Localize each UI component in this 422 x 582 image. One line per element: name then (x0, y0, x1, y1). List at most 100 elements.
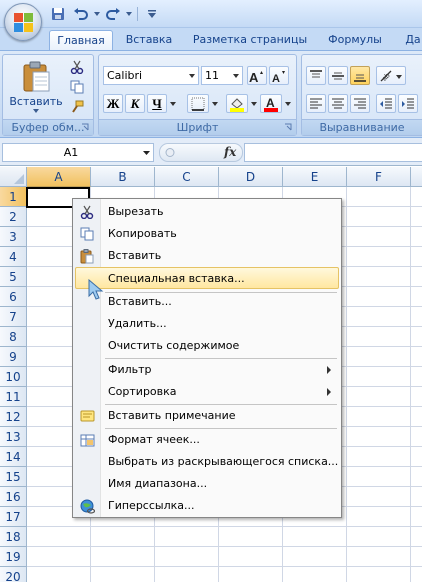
decrease-indent-button[interactable] (376, 94, 396, 113)
redo-dropdown-icon[interactable] (126, 5, 132, 23)
row-header[interactable]: 13 (0, 427, 27, 447)
chevron-down-icon (230, 67, 242, 84)
fill-color-button[interactable] (226, 94, 248, 113)
row-header[interactable]: 12 (0, 407, 27, 427)
tab-data[interactable]: Да (404, 30, 422, 50)
font-color-dropdown[interactable] (283, 94, 292, 113)
column-header-e[interactable]: E (283, 167, 347, 187)
menu-item-clear-contents[interactable]: Очистить содержимое (75, 335, 339, 357)
menu-item-filter[interactable]: Фильтр (75, 359, 339, 381)
format-cells-icon (79, 432, 95, 448)
row-header[interactable]: 2 (0, 207, 27, 227)
font-color-icon: A (264, 96, 278, 112)
align-left-icon (310, 98, 322, 108)
row-header[interactable]: 20 (0, 567, 27, 582)
borders-dropdown[interactable] (210, 94, 220, 113)
menu-item-insert-comment[interactable]: Вставить примечание (75, 405, 339, 427)
office-button[interactable] (4, 3, 42, 41)
menu-item-label: Выбрать из раскрывающегося списка... (108, 455, 339, 468)
bold-button[interactable]: Ж (103, 94, 123, 113)
cut-button[interactable] (67, 58, 87, 76)
select-all-button[interactable] (0, 167, 27, 187)
formula-input[interactable] (244, 143, 422, 162)
tab-insert[interactable]: Вставка (118, 30, 180, 50)
chevron-down-icon[interactable] (141, 144, 151, 161)
tab-page-layout[interactable]: Разметка страницы (192, 30, 308, 50)
menu-item-pick-from-list[interactable]: Выбрать из раскрывающегося списка... (75, 451, 339, 473)
column-header-b[interactable]: B (91, 167, 155, 187)
row-header[interactable]: 18 (0, 527, 27, 547)
align-bottom-button[interactable] (350, 66, 370, 85)
underline-dropdown[interactable] (168, 94, 178, 113)
menu-item-copy[interactable]: Копировать (75, 223, 339, 245)
customize-qat-icon[interactable] (142, 5, 162, 23)
font-size-combo[interactable]: 11 (201, 66, 243, 85)
row-header[interactable]: 1 (0, 187, 27, 207)
align-top-button[interactable] (306, 66, 326, 85)
align-right-button[interactable] (350, 94, 370, 113)
font-name-combo[interactable]: Calibri (103, 66, 199, 85)
row-header[interactable]: 15 (0, 467, 27, 487)
increase-indent-button[interactable] (398, 94, 418, 113)
column-header-g[interactable] (411, 167, 422, 187)
underline-button[interactable]: Ч (147, 94, 167, 113)
row-header[interactable]: 6 (0, 287, 27, 307)
insert-function-button[interactable]: fx (224, 145, 236, 159)
chevron-down-icon (186, 67, 198, 84)
row-header[interactable]: 10 (0, 367, 27, 387)
menu-item-insert[interactable]: Вставить... (75, 291, 339, 313)
paste-icon (79, 248, 95, 264)
paste-button[interactable]: Вставить (7, 57, 65, 117)
font-launcher-icon[interactable] (284, 123, 293, 132)
clipboard-group-label: Буфер обм... (3, 119, 93, 135)
row-header[interactable]: 5 (0, 267, 27, 287)
row-header[interactable]: 14 (0, 447, 27, 467)
shrink-font-button[interactable]: A (269, 66, 289, 85)
italic-button[interactable]: К (125, 94, 145, 113)
orientation-button[interactable]: ab (376, 66, 406, 85)
undo-dropdown-icon[interactable] (94, 5, 100, 23)
name-box[interactable]: A1 (2, 143, 154, 162)
align-left-button[interactable] (306, 94, 326, 113)
row-header[interactable]: 16 (0, 487, 27, 507)
column-header-c[interactable]: C (155, 167, 219, 187)
format-painter-button[interactable] (67, 98, 87, 116)
column-header-d[interactable]: D (219, 167, 283, 187)
borders-button[interactable] (187, 94, 209, 113)
row-header[interactable]: 8 (0, 327, 27, 347)
row-header[interactable]: 4 (0, 247, 27, 267)
menu-item-format-cells[interactable]: Формат ячеек... (75, 429, 339, 451)
undo-icon[interactable] (71, 5, 91, 23)
menu-item-paste[interactable]: Вставить (75, 245, 339, 267)
row-header[interactable]: 11 (0, 387, 27, 407)
clipboard-launcher-icon[interactable] (81, 123, 90, 132)
tab-home[interactable]: Главная (49, 30, 113, 50)
font-color-button[interactable]: A (260, 94, 282, 113)
paste-label: Вставить (9, 95, 63, 108)
expand-handle-icon[interactable] (163, 144, 177, 161)
ribbon: Вставить Буфер обм... Calibri 11 A A Ж К… (0, 50, 422, 138)
menu-item-name-range[interactable]: Имя диапазона... (75, 473, 339, 495)
fill-color-dropdown[interactable] (249, 94, 258, 113)
row-header[interactable]: 3 (0, 227, 27, 247)
save-icon[interactable] (48, 5, 68, 23)
mouse-pointer-icon (88, 279, 104, 300)
copy-button[interactable] (67, 78, 87, 96)
menu-item-paste-special[interactable]: Специальная вставка... (75, 267, 339, 289)
menu-item-hyperlink[interactable]: Гиперссылка... (75, 495, 339, 517)
row-header[interactable]: 19 (0, 547, 27, 567)
tab-formulas[interactable]: Формулы (320, 30, 390, 50)
row-header[interactable]: 9 (0, 347, 27, 367)
align-middle-button[interactable] (328, 66, 348, 85)
column-header-f[interactable]: F (347, 167, 411, 187)
menu-item-delete[interactable]: Удалить... (75, 313, 339, 335)
menu-item-cut[interactable]: Вырезать (75, 201, 339, 223)
row-header[interactable]: 17 (0, 507, 27, 527)
redo-icon[interactable] (103, 5, 123, 23)
text-orientation-icon: ab (380, 70, 402, 82)
align-center-button[interactable] (328, 94, 348, 113)
menu-item-sort[interactable]: Сортировка (75, 381, 339, 403)
column-header-a[interactable]: A (27, 167, 91, 187)
grow-font-button[interactable]: A (247, 66, 267, 85)
row-header[interactable]: 7 (0, 307, 27, 327)
